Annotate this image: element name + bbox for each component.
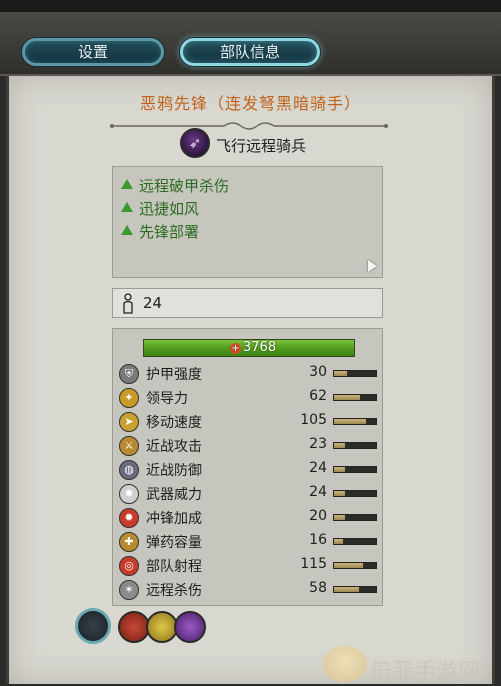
tab-settings[interactable]: 设置: [22, 38, 164, 66]
decorative-scroll-divider: [110, 122, 388, 130]
watermark-logo: [323, 646, 367, 682]
crossbow-icon: ➶: [180, 128, 210, 158]
stat-bar-fill: [334, 419, 366, 424]
stat-bar: [333, 490, 377, 497]
stat-bar-fill: [334, 467, 346, 472]
trait-label: 远程破甲杀伤: [139, 177, 230, 195]
stat-bar-fill: [334, 515, 345, 520]
trait-label: 迅捷如风: [139, 200, 200, 218]
shield-icon: ◍: [119, 460, 139, 480]
health-plus-icon: +: [230, 343, 241, 354]
stat-bar: [333, 514, 377, 521]
stat-bar: [333, 394, 377, 401]
stat-row[interactable]: ⛨ 护甲强度 30: [119, 363, 379, 385]
armor-icon: ⛨: [119, 364, 139, 384]
health-number: 3768: [243, 340, 277, 355]
top-strip: [0, 0, 501, 12]
stat-bar: [333, 538, 377, 545]
green-triangle-icon: [121, 202, 133, 212]
stat-bar-fill: [334, 587, 360, 592]
traits-box: 远程破甲杀伤 迅捷如风 先锋部署: [112, 166, 383, 278]
stat-value: 20: [309, 508, 327, 524]
stat-bar: [333, 466, 377, 473]
trait-item[interactable]: 迅捷如风: [121, 198, 199, 218]
green-triangle-icon: [121, 225, 133, 235]
watermark-text: 倍菲手游网: [370, 660, 481, 685]
charge-icon: ✹: [119, 508, 139, 528]
stat-row[interactable]: ⚔ 近战攻击 23: [119, 435, 379, 457]
leadership-icon: ✦: [119, 388, 139, 408]
range-icon: ◎: [119, 556, 139, 576]
stat-row[interactable]: ✹ 冲锋加成 20: [119, 507, 379, 529]
stat-bar-fill: [334, 395, 361, 400]
health-value: +3768: [230, 340, 276, 356]
stat-bar-fill: [334, 563, 363, 568]
trait-label: 先锋部署: [139, 223, 200, 241]
stat-row[interactable]: ◎ 部队射程 115: [119, 555, 379, 577]
ammo-icon: ✚: [119, 532, 139, 552]
stat-bar: [333, 586, 377, 593]
stat-bar-fill: [334, 491, 346, 496]
stat-label: 移动速度: [146, 415, 202, 431]
tab-unit-info[interactable]: 部队信息: [180, 38, 320, 66]
stat-value: 58: [309, 580, 327, 596]
stat-value: 115: [300, 556, 327, 572]
stat-label: 弹药容量: [146, 535, 202, 551]
unit-size-box: 24: [112, 288, 383, 318]
stat-bar: [333, 370, 377, 377]
stat-bar: [333, 418, 377, 425]
stat-value: 16: [309, 532, 327, 548]
stat-label: 远程杀伤: [146, 583, 202, 599]
health-bar: +3768: [143, 339, 355, 357]
stat-bar: [333, 442, 377, 449]
stat-row[interactable]: ➤ 移动速度 105: [119, 411, 379, 433]
stat-row[interactable]: ✦ 领导力 62: [119, 387, 379, 409]
trait-item[interactable]: 先锋部署: [121, 221, 199, 241]
skull-badge-icon[interactable]: [75, 608, 111, 644]
stat-value: 105: [300, 412, 327, 428]
stat-label: 部队射程: [146, 559, 202, 575]
stat-row[interactable]: ✚ 弹药容量 16: [119, 531, 379, 553]
stat-row[interactable]: ✸ 武器威力 24: [119, 483, 379, 505]
expand-arrow-icon[interactable]: [368, 260, 377, 272]
stat-value: 62: [309, 388, 327, 404]
poison-icon[interactable]: [174, 611, 206, 643]
stat-value: 30: [309, 364, 327, 380]
weapon-strength-icon: ✸: [119, 484, 139, 504]
stat-value: 24: [309, 460, 327, 476]
unit-class-label: 飞行远程骑兵: [216, 137, 307, 155]
unit-name: 恶鸦先锋（连发弩黑暗骑手）: [139, 94, 361, 113]
stat-row[interactable]: ◍ 近战防御 24: [119, 459, 379, 481]
stat-row[interactable]: ✶ 远程杀伤 58: [119, 579, 379, 601]
tab-bar: 设置 部队信息: [0, 12, 501, 76]
stat-bar-fill: [334, 443, 345, 448]
stat-value: 24: [309, 484, 327, 500]
green-triangle-icon: [121, 179, 133, 189]
stat-label: 近战攻击: [146, 439, 202, 455]
stat-label: 冲锋加成: [146, 511, 202, 527]
stat-label: 领导力: [146, 391, 188, 407]
stat-bar-fill: [334, 539, 344, 544]
missile-damage-icon: ✶: [119, 580, 139, 600]
stat-label: 近战防御: [146, 463, 202, 479]
soldier-icon: [123, 293, 133, 314]
speed-icon: ➤: [119, 412, 139, 432]
unit-size-value: 24: [143, 294, 163, 312]
stat-bar-fill: [334, 371, 347, 376]
stat-label: 护甲强度: [146, 367, 202, 383]
trait-item[interactable]: 远程破甲杀伤: [121, 175, 229, 195]
sword-icon: ⚔: [119, 436, 139, 456]
stat-label: 武器威力: [146, 487, 202, 503]
stat-value: 23: [309, 436, 327, 452]
stat-bar: [333, 562, 377, 569]
stats-box: +3768 ⛨ 护甲强度 30 ✦ 领导力 62 ➤ 移动速度 105 ⚔ 近战攻击 23 ◍ 近战防御 2…: [112, 328, 383, 606]
